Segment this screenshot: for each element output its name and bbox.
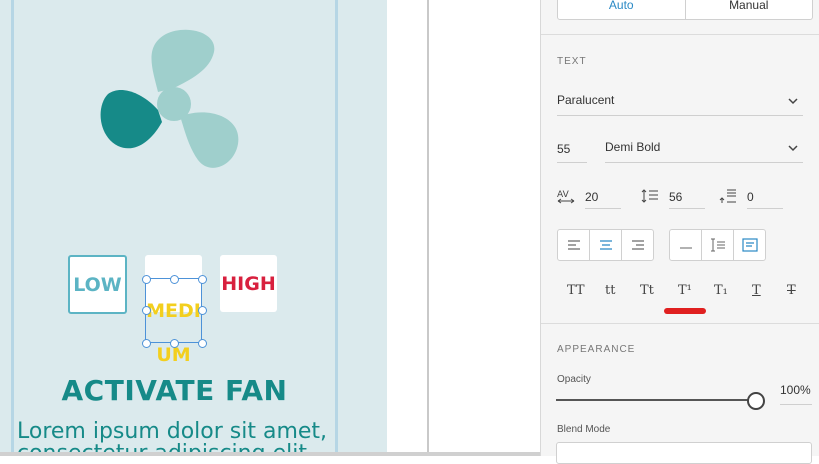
sizing-mode-toggle: Auto Manual [557,0,813,20]
uppercase-button[interactable]: TT [567,283,585,298]
section-divider [541,34,819,35]
appearance-section-label: APPEARANCE [557,344,636,355]
paragraph-spacing-icon [719,189,736,203]
selection-handle-bottom-right[interactable] [198,339,207,348]
line-spacing-value: 56 [669,190,683,204]
auto-height-icon [710,238,725,252]
font-weight-dropdown[interactable]: Demi Bold [605,140,803,163]
opacity-label: Opacity [557,374,591,385]
opacity-slider-thumb[interactable] [747,392,765,410]
align-right-icon [631,240,644,250]
design-canvas[interactable]: LOW MEDI UM HIGH ACTIVATE FAN Lorem ipsu… [0,0,427,456]
chevron-down-icon [788,98,798,105]
selection-handle-bottom-center[interactable] [170,339,179,348]
property-inspector: Auto Manual TEXT Paralucent 55 Demi Bold… [540,0,819,456]
chevron-down-icon [788,145,798,152]
character-spacing-field[interactable]: 20 [585,188,621,209]
align-left-button[interactable] [558,230,590,260]
superscript-button[interactable]: T¹ [678,283,692,298]
svg-text:AV: AV [557,190,570,200]
activate-fan-title[interactable]: ACTIVATE FAN [14,374,335,407]
selection-handle-middle-left[interactable] [142,306,151,315]
character-spacing-value: 20 [585,190,599,204]
align-right-button[interactable] [622,230,653,260]
selection-handle-top-center[interactable] [170,275,179,284]
text-section-label: TEXT [557,56,587,67]
medium-label-line2: UM [156,344,191,366]
canvas-divider [427,0,429,456]
annotation-highlight-mark [664,308,706,314]
selection-handle-top-left[interactable] [142,275,151,284]
font-family-dropdown[interactable]: Paralucent [557,93,803,116]
line-spacing-icon [641,189,658,203]
font-size-value: 55 [557,142,571,156]
artboard[interactable]: LOW MEDI UM HIGH ACTIVATE FAN Lorem ipsu… [0,0,387,456]
selection-bounding-box[interactable] [145,278,202,343]
paragraph-spacing-value: 0 [747,190,754,204]
canvas-scroll-edge [0,452,540,456]
selection-handle-top-right[interactable] [198,275,207,284]
subscript-button[interactable]: T₁ [714,283,728,298]
character-spacing-icon: AV [557,190,575,204]
fixed-size-text-button[interactable] [734,230,765,260]
opacity-value-field[interactable]: 100% [780,382,812,405]
font-weight-value: Demi Bold [605,140,661,154]
point-text-button[interactable] [670,230,702,260]
mode-manual-button[interactable]: Manual [686,0,813,19]
align-left-icon [567,240,580,250]
fixed-size-text-icon [741,238,758,252]
low-speed-button[interactable]: LOW [68,255,127,314]
selection-handle-middle-right[interactable] [198,306,207,315]
titlecase-button[interactable]: Tt [640,283,654,298]
fan-icon[interactable] [96,26,246,176]
opacity-slider-track[interactable] [556,399,752,401]
text-align-group [557,229,654,261]
text-box-type-group [669,229,766,261]
font-family-value: Paralucent [557,93,615,107]
font-size-field[interactable]: 55 [557,140,587,163]
align-center-icon [599,240,612,250]
paragraph-spacing-field[interactable]: 0 [747,188,783,209]
line-spacing-field[interactable]: 56 [669,188,705,209]
mode-auto-button[interactable]: Auto [558,0,686,19]
point-text-icon [679,247,692,249]
strikethrough-button[interactable]: T [787,283,796,298]
selection-handle-bottom-left[interactable] [142,339,151,348]
blend-mode-label: Blend Mode [557,424,611,435]
body-text[interactable]: Lorem ipsum dolor sit amet, consectetur … [17,421,347,457]
high-speed-button[interactable]: HIGH [220,255,277,312]
section-divider [541,323,819,324]
underline-button[interactable]: T [752,283,761,298]
artboard-guide-right [335,0,338,456]
lowercase-button[interactable]: tt [605,283,615,298]
blend-mode-dropdown[interactable] [556,442,812,464]
auto-height-text-button[interactable] [702,230,734,260]
align-center-button[interactable] [590,230,622,260]
